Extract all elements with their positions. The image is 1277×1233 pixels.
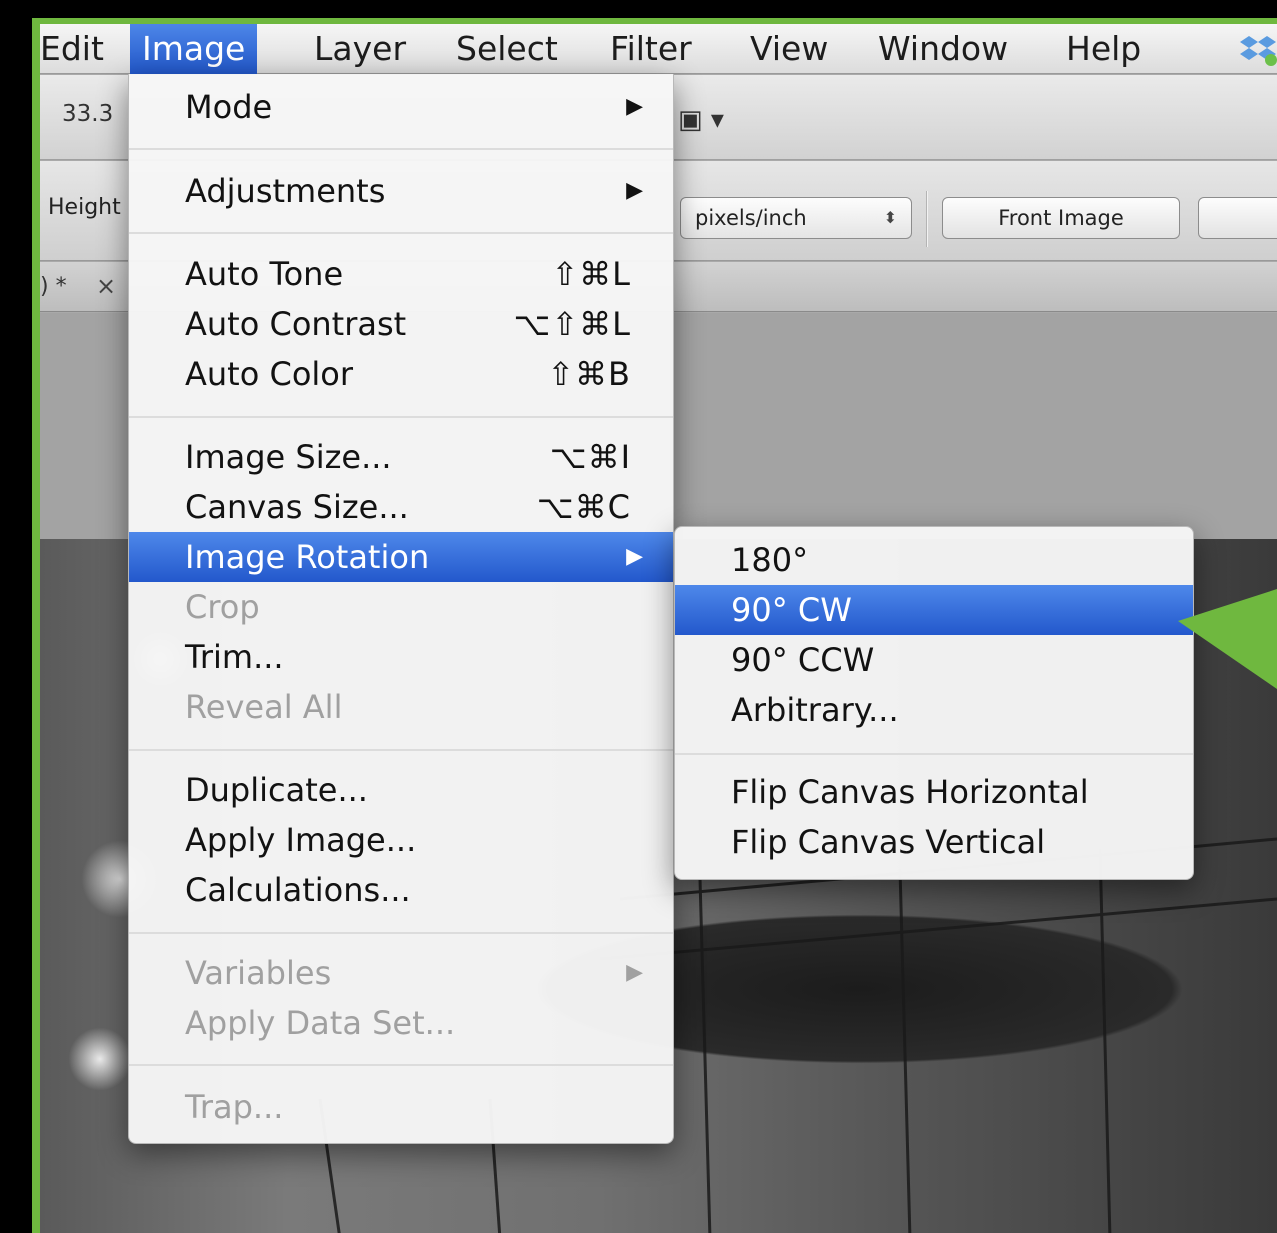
menu-item-crop: Crop [129,582,673,632]
toolbar-separator [926,191,928,247]
image-menu-dropdown: Mode ▶ Adjustments ▶ Auto Tone ⇧⌘L Auto … [128,74,674,1144]
submenu-item-arbitrary[interactable]: Arbitrary... [675,685,1193,735]
clear-button[interactable] [1198,197,1277,239]
menu-separator [129,749,673,751]
units-select[interactable]: pixels/inch ⬍ [680,197,912,239]
menu-edit[interactable]: Edit [40,24,116,74]
menu-item-label: Canvas Size... [185,488,409,526]
menu-item-label: Auto Contrast [185,305,407,343]
menu-separator [129,932,673,934]
image-rotation-submenu: 180° 90° CW 90° CCW Arbitrary... Flip Ca… [674,526,1194,880]
units-select-value: pixels/inch [695,206,807,230]
submenu-arrow-icon: ▶ [626,960,643,985]
menu-item-variables: Variables ▶ [129,948,673,998]
menu-item-reveal-all: Reveal All [129,682,673,732]
submenu-item-flip-horizontal[interactable]: Flip Canvas Horizontal [675,767,1193,817]
menu-item-mode[interactable]: Mode ▶ [129,82,673,132]
menu-item-label: Reveal All [185,688,343,726]
menu-layer[interactable]: Layer [302,24,418,74]
menu-item-apply-image[interactable]: Apply Image... [129,815,673,865]
shortcut-label: ⌥⇧⌘L [513,305,631,343]
menu-item-label: Mode [185,88,273,126]
photoshop-window: Edit Image Layer Select Filter View Wind… [40,24,1277,1233]
menu-item-adjustments[interactable]: Adjustments ▶ [129,166,673,216]
menu-item-duplicate[interactable]: Duplicate... [129,765,673,815]
menu-item-apply-data-set: Apply Data Set... [129,998,673,1048]
menu-item-trim[interactable]: Trim... [129,632,673,682]
height-label: Height [48,195,121,220]
menu-item-auto-contrast[interactable]: Auto Contrast ⌥⇧⌘L [129,299,673,349]
submenu-item-180[interactable]: 180° [675,535,1193,585]
menu-filter[interactable]: Filter [598,24,704,74]
menu-item-label: Trap... [185,1088,284,1126]
screenshot-frame: Edit Image Layer Select Filter View Wind… [0,0,1277,1233]
menu-item-label: Apply Image... [185,821,417,859]
menu-bar: Edit Image Layer Select Filter View Wind… [40,24,1277,74]
menu-image[interactable]: Image [130,24,258,74]
menu-separator [129,232,673,234]
menu-item-label: Trim... [185,638,284,676]
menu-item-label: Calculations... [185,871,411,909]
menu-view[interactable]: View [738,24,840,74]
select-arrows-icon: ⬍ [883,208,897,227]
shortcut-label: ⌥⌘I [549,438,631,476]
zoom-value[interactable]: 33.3 [62,101,113,127]
menu-separator [129,416,673,418]
menu-item-label: Crop [185,588,260,626]
menu-item-label: Auto Color [185,355,354,393]
front-image-button[interactable]: Front Image [942,197,1180,239]
submenu-arrow-icon: ▶ [626,94,643,119]
callout-arrow-icon [1178,589,1277,689]
shortcut-label: ⇧⌘L [551,255,631,293]
menu-item-label: Apply Data Set... [185,1004,456,1042]
submenu-arrow-icon: ▶ [626,178,643,203]
menu-item-label: Adjustments [185,172,386,210]
menu-item-image-rotation[interactable]: Image Rotation ▶ [129,532,673,582]
menu-item-label: Image Size... [185,438,392,476]
shortcut-label: ⇧⌘B [547,355,631,393]
menu-item-label: Auto Tone [185,255,344,293]
menu-select[interactable]: Select [444,24,570,74]
menu-item-canvas-size[interactable]: Canvas Size... ⌥⌘C [129,482,673,532]
submenu-arrow-icon: ▶ [626,544,643,569]
document-tab-title[interactable]: ) * [40,274,67,299]
menu-separator [675,753,1193,755]
menu-separator [129,1064,673,1066]
menu-item-calculations[interactable]: Calculations... [129,865,673,915]
menu-item-label: Duplicate... [185,771,368,809]
menu-item-image-size[interactable]: Image Size... ⌥⌘I [129,432,673,482]
submenu-item-flip-vertical[interactable]: Flip Canvas Vertical [675,817,1193,867]
frame-icon[interactable]: ▣ ▾ [678,105,724,135]
menu-item-auto-color[interactable]: Auto Color ⇧⌘B [129,349,673,399]
dropbox-icon[interactable] [1238,34,1277,66]
menu-help[interactable]: Help [1054,24,1153,74]
menu-item-label: Variables [185,954,332,992]
close-tab-icon[interactable]: × [96,272,116,300]
menu-item-trap: Trap... [129,1082,673,1132]
submenu-item-90-cw[interactable]: 90° CW [675,585,1193,635]
menu-item-label: Image Rotation [185,538,430,576]
shortcut-label: ⌥⌘C [536,488,631,526]
menu-window[interactable]: Window [866,24,1020,74]
menu-item-auto-tone[interactable]: Auto Tone ⇧⌘L [129,249,673,299]
menu-separator [129,148,673,150]
submenu-item-90-ccw[interactable]: 90° CCW [675,635,1193,685]
